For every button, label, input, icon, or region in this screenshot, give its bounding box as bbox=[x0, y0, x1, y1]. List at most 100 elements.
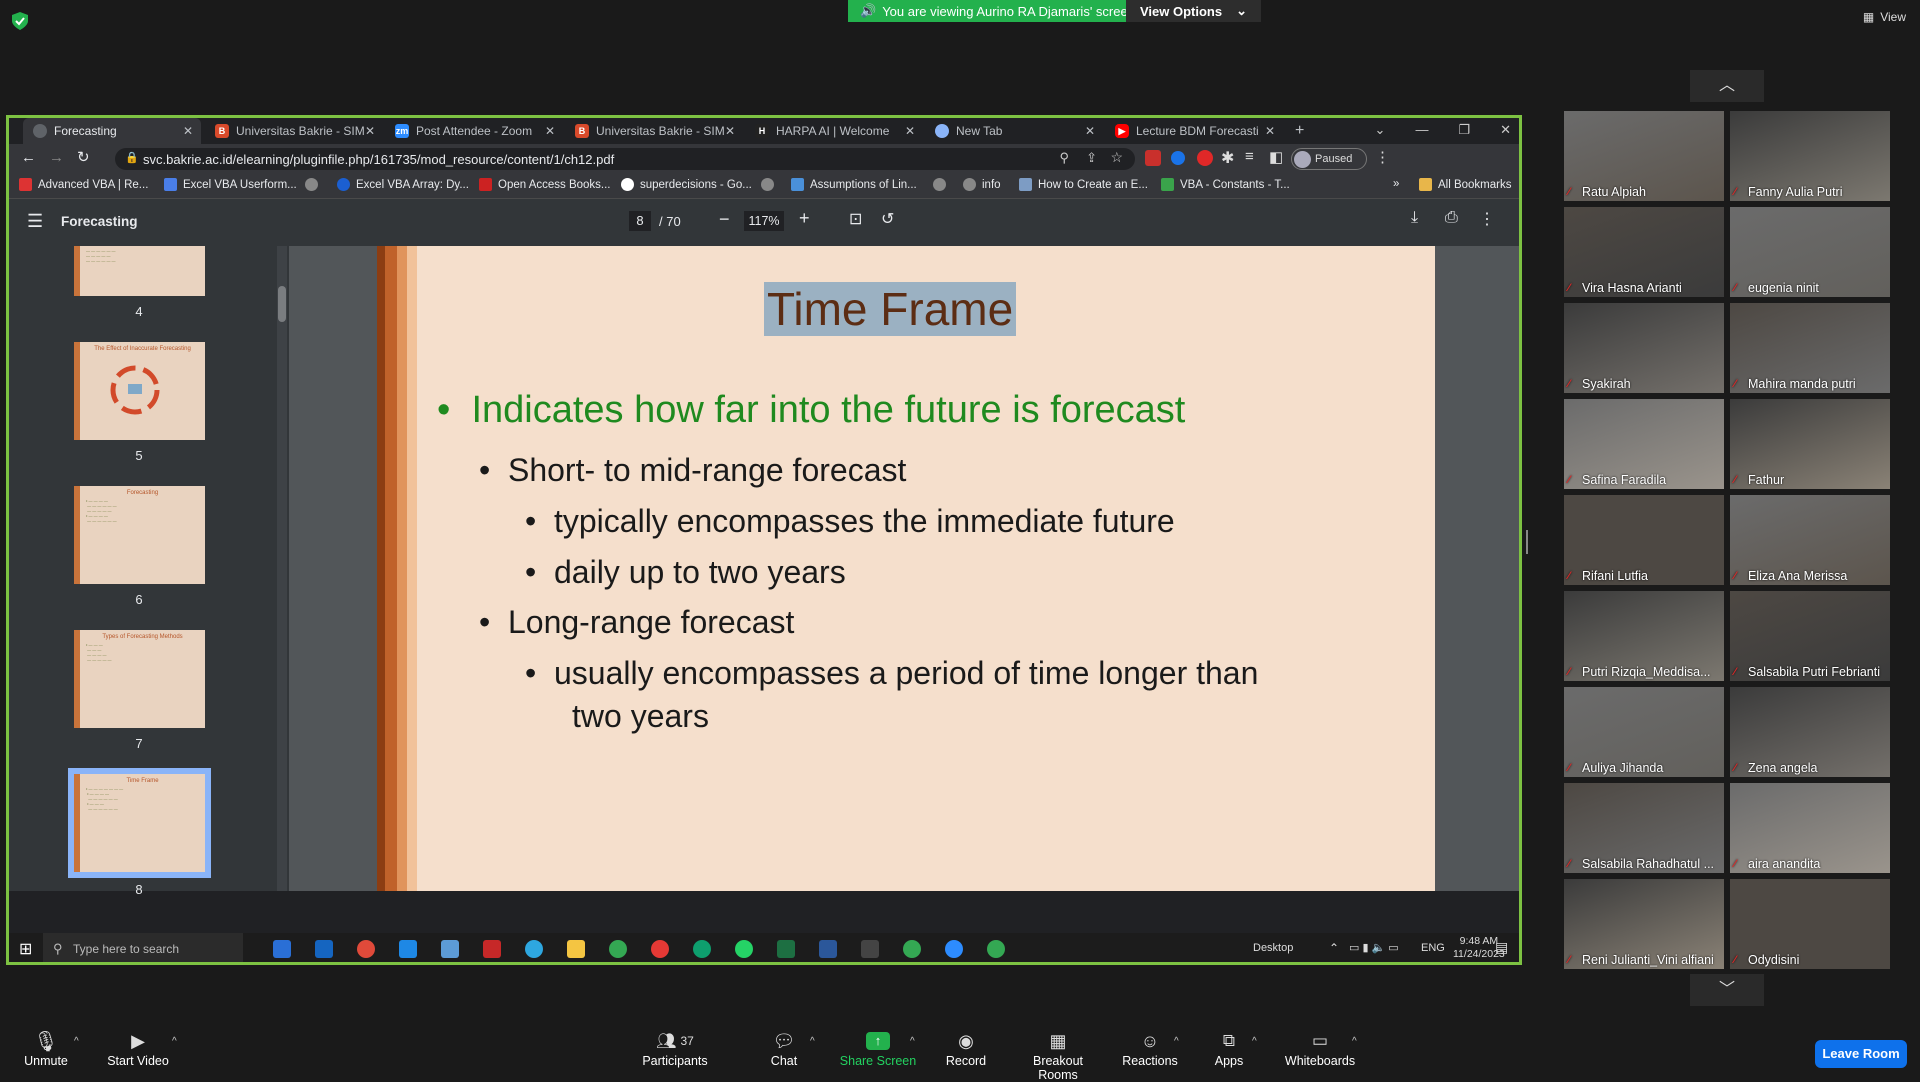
capcut-icon[interactable] bbox=[861, 940, 879, 958]
print-icon[interactable]: ⎙ bbox=[1445, 209, 1458, 227]
participants-button[interactable]: 👥︎ 37 Participants bbox=[640, 1028, 710, 1068]
apps-caret-icon[interactable]: ^ bbox=[1252, 1036, 1257, 1047]
bookmark-globe[interactable] bbox=[761, 178, 774, 191]
thumbnail-page-6[interactable]: Forecasting • — — — — — — — — — — — — — … bbox=[74, 486, 205, 584]
zoom-in-icon[interactable]: + bbox=[799, 208, 810, 229]
minimize-icon[interactable]: — bbox=[1415, 122, 1428, 138]
unmute-button[interactable]: 🎙︎ Unmute bbox=[20, 1028, 72, 1069]
app-icon[interactable] bbox=[651, 940, 669, 958]
bookmark-item[interactable]: superdecisions - Go... bbox=[621, 178, 752, 191]
taskbar-search[interactable]: ⚲ Type here to search bbox=[43, 933, 243, 962]
whatsapp-icon[interactable] bbox=[735, 940, 753, 958]
view-button[interactable]: ▦ View bbox=[1863, 10, 1906, 24]
participant-tile[interactable]: ⁄ Rifani Lutfia bbox=[1564, 495, 1724, 585]
close-icon[interactable]: ✕ bbox=[365, 124, 375, 138]
sidebar-scroll-thumb[interactable] bbox=[278, 286, 286, 322]
excel-icon[interactable] bbox=[777, 940, 795, 958]
participant-tile[interactable]: ⁄ Reni Julianti_Vini alfiani bbox=[1564, 879, 1724, 969]
bookmarks-more[interactable]: » bbox=[1393, 178, 1399, 190]
windows-start-icon[interactable]: ⊞ bbox=[19, 939, 32, 959]
bookmark-item[interactable]: info bbox=[963, 178, 1001, 191]
tab-universitas-bakrie-1[interactable]: B Universitas Bakrie - SIM ✕ bbox=[205, 118, 383, 144]
zoom-out-icon[interactable]: − bbox=[719, 209, 730, 230]
bookmark-item[interactable]: How to Create an E... bbox=[1019, 178, 1148, 191]
thumbnail-page-5[interactable]: The Effect of Inaccurate Forecasting bbox=[74, 342, 205, 440]
participant-tile[interactable]: ⁄ Odydisini bbox=[1730, 879, 1890, 969]
bookmark-globe[interactable] bbox=[305, 178, 318, 191]
breakout-rooms-button[interactable]: ▦ Breakout Rooms bbox=[1012, 1028, 1104, 1082]
bookmark-item[interactable]: Excel VBA Array: Dy... bbox=[337, 178, 469, 191]
thumbnail-page-7[interactable]: Types of Forecasting Methods • — — — — —… bbox=[74, 630, 205, 728]
sidebar-scrollbar[interactable] bbox=[277, 246, 287, 891]
reactions-caret-icon[interactable]: ^ bbox=[1174, 1036, 1179, 1047]
fit-page-icon[interactable]: ⊡ bbox=[849, 209, 862, 229]
download-icon[interactable]: ⤓ bbox=[1411, 209, 1418, 227]
view-options-button[interactable]: View Options ⌄ bbox=[1126, 0, 1262, 22]
puzzle-icon[interactable]: ✱ bbox=[1221, 148, 1234, 168]
close-icon[interactable]: ✕ bbox=[183, 124, 193, 138]
mail-icon[interactable] bbox=[399, 940, 417, 958]
close-icon[interactable]: ✕ bbox=[545, 124, 555, 138]
chrome-profile-icon[interactable] bbox=[903, 940, 921, 958]
gallery-scroll-up-button[interactable]: ︿ bbox=[1690, 70, 1764, 102]
participant-tile[interactable]: ⁄ Safina Faradila bbox=[1564, 399, 1724, 489]
participant-tile[interactable]: ⁄ Vira Hasna Arianti bbox=[1564, 207, 1724, 297]
app-icon[interactable] bbox=[357, 940, 375, 958]
bookmark-item[interactable]: VBA - Constants - T... bbox=[1161, 178, 1290, 191]
participant-tile[interactable]: ⁄ Salsabila Putri Febrianti bbox=[1730, 591, 1890, 681]
panel-splitter[interactable] bbox=[1526, 530, 1528, 554]
security-shield-icon[interactable] bbox=[12, 12, 28, 30]
tab-harpa[interactable]: H HARPA AI | Welcome ✕ bbox=[745, 118, 923, 144]
participant-tile[interactable]: ⁄ Putri Rizqia_Meddisa... bbox=[1564, 591, 1724, 681]
rotate-icon[interactable]: ↺ bbox=[881, 209, 894, 229]
participant-tile[interactable]: ⁄ Syakirah bbox=[1564, 303, 1724, 393]
apps-button[interactable]: ⧉ Apps bbox=[1212, 1028, 1246, 1068]
participant-tile[interactable]: ⁄ Zena angela bbox=[1730, 687, 1890, 777]
participant-tile[interactable]: ⁄ eugenia ninit bbox=[1730, 207, 1890, 297]
tab-post-attendee[interactable]: zm Post Attendee - Zoom ✕ bbox=[385, 118, 563, 144]
share-screen-button[interactable]: ↑ Share Screen bbox=[838, 1028, 918, 1068]
thumbnail-page-4[interactable]: — — — — — — — — — — — — — — — — — bbox=[74, 246, 205, 296]
share-icon[interactable]: ⇪ bbox=[1086, 150, 1097, 166]
gallery-scroll-down-button[interactable]: ﹀ bbox=[1690, 974, 1764, 1006]
participant-tile[interactable]: ⁄ Fanny Aulia Putri bbox=[1730, 111, 1890, 201]
extension-mendeley-icon[interactable] bbox=[1145, 150, 1161, 166]
bookmark-item[interactable]: Open Access Books... bbox=[479, 178, 611, 191]
zoom-input[interactable]: 117% bbox=[744, 211, 784, 231]
side-panel-icon[interactable]: ◧ bbox=[1269, 148, 1283, 166]
restore-icon[interactable]: ❐ bbox=[1458, 122, 1470, 138]
participant-tile[interactable]: ⁄ Salsabila Rahadhatul ... bbox=[1564, 783, 1724, 873]
word-icon[interactable] bbox=[819, 940, 837, 958]
audio-options-caret-icon[interactable]: ^ bbox=[74, 1036, 79, 1047]
reactions-button[interactable]: ☺ Reactions bbox=[1122, 1028, 1178, 1069]
tab-forecasting[interactable]: Forecasting ✕ bbox=[23, 118, 201, 144]
close-icon[interactable]: ✕ bbox=[1265, 124, 1275, 138]
participant-tile[interactable]: ⁄ Fathur bbox=[1730, 399, 1890, 489]
zoom-app-icon[interactable] bbox=[945, 940, 963, 958]
tab-universitas-bakrie-2[interactable]: B Universitas Bakrie - SIM ✕ bbox=[565, 118, 743, 144]
store-icon[interactable] bbox=[315, 940, 333, 958]
bookmark-item[interactable]: Assumptions of Lin... bbox=[791, 178, 917, 191]
mendeley-icon[interactable] bbox=[483, 940, 501, 958]
file-explorer-icon[interactable] bbox=[567, 940, 585, 958]
close-icon[interactable]: ✕ bbox=[725, 124, 735, 138]
forward-icon[interactable]: → bbox=[49, 149, 64, 166]
chat-options-caret-icon[interactable]: ^ bbox=[810, 1036, 815, 1047]
tab-search-icon[interactable]: ⌄ bbox=[1375, 122, 1386, 138]
back-icon[interactable]: ← bbox=[21, 149, 36, 166]
reload-icon[interactable]: ↻ bbox=[77, 148, 90, 166]
tray-chevron-icon[interactable]: ⌃ bbox=[1329, 941, 1339, 955]
edge-icon[interactable] bbox=[525, 940, 543, 958]
participant-tile[interactable]: ⁄ aira anandita bbox=[1730, 783, 1890, 873]
tray-icons[interactable]: ▭ ▮ 🔈 ▭ bbox=[1349, 941, 1399, 954]
whiteboards-caret-icon[interactable]: ^ bbox=[1352, 1036, 1357, 1047]
close-icon[interactable]: ✕ bbox=[905, 124, 915, 138]
close-window-icon[interactable]: ✕ bbox=[1500, 122, 1511, 138]
all-bookmarks[interactable]: All Bookmarks bbox=[1419, 178, 1512, 191]
profile-button[interactable]: Paused bbox=[1291, 148, 1367, 170]
participant-tile[interactable]: ⁄ Eliza Ana Merissa bbox=[1730, 495, 1890, 585]
chat-button[interactable]: 💬︎ Chat bbox=[764, 1028, 804, 1069]
participant-tile[interactable]: ⁄ Auliya Jihanda bbox=[1564, 687, 1724, 777]
new-tab-button[interactable]: + bbox=[1285, 118, 1315, 144]
share-options-caret-icon[interactable]: ^ bbox=[910, 1036, 915, 1047]
